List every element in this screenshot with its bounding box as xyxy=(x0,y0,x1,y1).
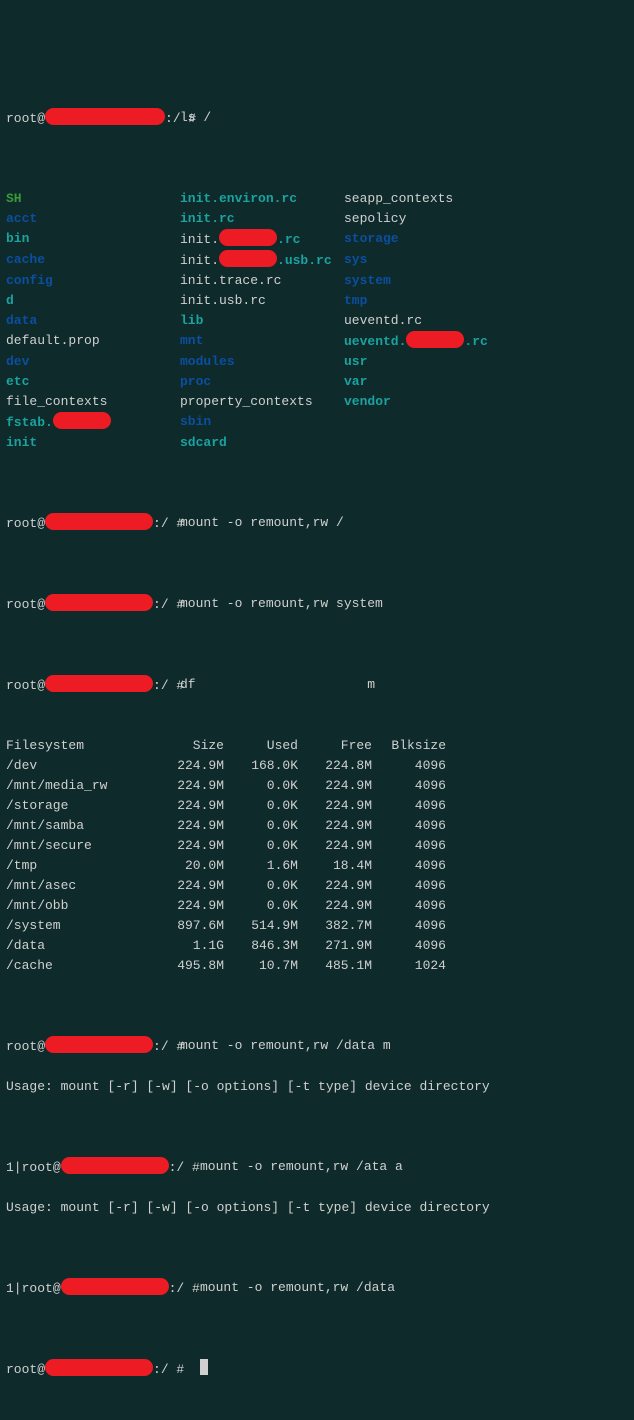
df-row: /tmp20.0M1.6M18.4M4096 xyxy=(6,856,628,876)
ls-row: acct init.rc sepolicy xyxy=(6,209,628,229)
usage-line: Usage: mount [-r] [-w] [-o options] [-t … xyxy=(6,1077,628,1097)
ls-entry: tmp xyxy=(344,293,367,308)
ls-entry: etc xyxy=(6,374,29,389)
prompt-line-cursor[interactable]: root@:/ # xyxy=(6,1359,628,1380)
df-row: /mnt/asec224.9M0.0K224.9M4096 xyxy=(6,876,628,896)
ls-entry: lib xyxy=(180,313,203,328)
ls-entry: sdcard xyxy=(180,435,227,450)
redaction xyxy=(53,412,111,429)
prompt-user: root xyxy=(6,111,37,126)
df-row: /storage224.9M0.0K224.9M4096 xyxy=(6,796,628,816)
ls-entry: property_contexts xyxy=(180,394,313,409)
df-row: /mnt/samba224.9M0.0K224.9M4096 xyxy=(6,816,628,836)
df-row: /mnt/media_rw224.9M0.0K224.9M4096 xyxy=(6,776,628,796)
ls-row: bininit..rcstorage xyxy=(6,229,628,250)
redaction xyxy=(45,1036,153,1053)
cmd-mount-data-m: mount -o remount,rw /data m xyxy=(180,1036,391,1057)
df-row: /mnt/secure224.9M0.0K224.9M4096 xyxy=(6,836,628,856)
prompt-line: root@:/ # mount -o remount,rw / xyxy=(6,513,628,534)
ls-entry: modules xyxy=(180,354,235,369)
ls-entry: sepolicy xyxy=(344,211,406,226)
ls-entry: seapp_contexts xyxy=(344,191,453,206)
ls-entry: config xyxy=(6,273,53,288)
ls-entry: bin xyxy=(6,231,29,246)
ls-row: cacheinit..usb.rcsys xyxy=(6,250,628,271)
redaction xyxy=(219,229,277,246)
prompt-line: root@:/ # mount -o remount,rw system xyxy=(6,594,628,615)
cmd-mount-root: mount -o remount,rw / xyxy=(180,513,344,534)
redaction xyxy=(61,1278,169,1295)
ls-entry: init. xyxy=(180,232,219,247)
ls-entry: fstab. xyxy=(6,415,53,430)
ls-row: config init.trace.rc system xyxy=(6,271,628,291)
ls-entry: acct xyxy=(6,211,37,226)
prompt-line: root@:/ # df m xyxy=(6,675,628,696)
cmd-mount-data: mount -o remount,rw /data xyxy=(200,1278,395,1299)
redaction xyxy=(45,594,153,611)
ls-entry: init.rc xyxy=(180,211,235,226)
ls-entry: init xyxy=(6,435,37,450)
ls-row: file_contexts property_contexts vendor xyxy=(6,392,628,412)
ls-entry: data xyxy=(6,313,37,328)
ls-entry: cache xyxy=(6,252,45,267)
ls-row: fstab. sbin xyxy=(6,412,628,433)
ls-entry: SH xyxy=(6,191,22,206)
df-header: FilesystemSizeUsedFreeBlksize xyxy=(6,736,628,756)
ls-entry: init.trace.rc xyxy=(180,273,281,288)
prompt-line-1: 1|root@:/ # mount -o remount,rw /ata a xyxy=(6,1157,628,1178)
ls-entry: d xyxy=(6,293,14,308)
cmd-ls: ls / xyxy=(180,108,211,129)
cmd-df: df m xyxy=(180,675,375,696)
ls-entry: init.environ.rc xyxy=(180,191,297,206)
ls-entry: vendor xyxy=(344,394,391,409)
prompt-line: root@:/ # ls / xyxy=(6,108,628,129)
redaction xyxy=(45,108,165,125)
redaction xyxy=(61,1157,169,1174)
ls-entry: sbin xyxy=(180,414,211,429)
prompt-line-1: 1|root@:/ # mount -o remount,rw /data xyxy=(6,1278,628,1299)
df-row: /dev224.9M168.0K224.8M4096 xyxy=(6,756,628,776)
redaction xyxy=(45,513,153,530)
ls-row: default.propmntueventd..rc xyxy=(6,331,628,352)
usage-line: Usage: mount [-r] [-w] [-o options] [-t … xyxy=(6,1198,628,1218)
cmd-mount-ata: mount -o remount,rw /ata a xyxy=(200,1157,403,1178)
df-row: /system897.6M514.9M382.7M4096 xyxy=(6,916,628,936)
ls-row: etc proc var xyxy=(6,372,628,392)
ls-entry: init. xyxy=(180,253,219,268)
cmd-mount-system: mount -o remount,rw system xyxy=(180,594,383,615)
ls-row: dev modules usr xyxy=(6,352,628,372)
ls-entry: dev xyxy=(6,354,29,369)
redaction xyxy=(45,1359,153,1376)
ls-row: SH init.environ.rc seapp_contexts xyxy=(6,189,628,209)
cursor[interactable] xyxy=(200,1359,208,1375)
ls-entry: usr xyxy=(344,354,367,369)
ls-entry: mnt xyxy=(180,333,203,348)
ls-row: data lib ueventd.rc xyxy=(6,311,628,331)
ls-entry: proc xyxy=(180,374,211,389)
ls-entry: ueventd.rc xyxy=(344,313,422,328)
ls-entry: sys xyxy=(344,252,367,267)
df-row: /cache495.8M10.7M485.1M1024 xyxy=(6,956,628,976)
df-row: /data1.1G846.3M271.9M4096 xyxy=(6,936,628,956)
ls-row: d init.usb.rc tmp xyxy=(6,291,628,311)
ls-entry: file_contexts xyxy=(6,394,107,409)
ls-entry: var xyxy=(344,374,367,389)
df-row: /mnt/obb224.9M0.0K224.9M4096 xyxy=(6,896,628,916)
ls-entry: ueventd. xyxy=(344,334,406,349)
prompt-line: root@:/ # mount -o remount,rw /data m xyxy=(6,1036,628,1057)
redaction xyxy=(45,675,153,692)
ls-entry: default.prop xyxy=(6,333,100,348)
redaction xyxy=(219,250,277,267)
ls-entry: storage xyxy=(344,231,399,246)
ls-entry: init.usb.rc xyxy=(180,293,266,308)
redaction xyxy=(406,331,464,348)
ls-entry: system xyxy=(344,273,391,288)
ls-row: init sdcard xyxy=(6,433,628,453)
